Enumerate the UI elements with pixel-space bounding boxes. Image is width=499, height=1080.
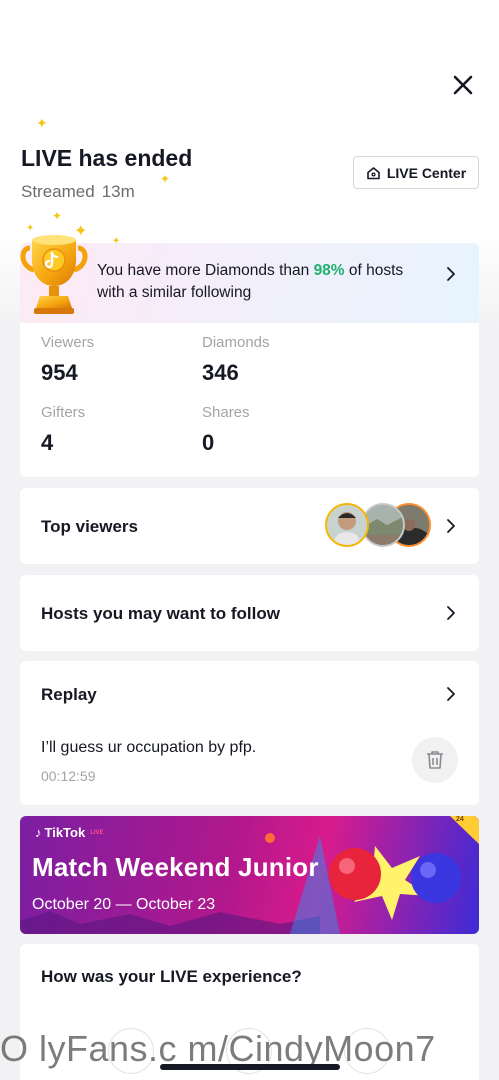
replay-timestamp: 00:12:59: [41, 768, 96, 784]
top-viewers-label: Top viewers: [41, 517, 138, 536]
tiktok-live-logo: ♪ TikTok LIVE: [35, 825, 104, 840]
avatar[interactable]: [325, 503, 369, 547]
close-button[interactable]: [448, 70, 478, 100]
sparkle-icon: ✦: [52, 209, 63, 223]
streamed-label: Streamed: [21, 182, 95, 201]
top-viewers-card[interactable]: Top viewers: [20, 488, 479, 564]
stat-value-diamonds: 346: [202, 360, 239, 385]
replay-label[interactable]: Replay: [41, 685, 97, 705]
chevron-right-icon[interactable]: [440, 263, 462, 285]
chevron-right-icon[interactable]: [440, 515, 462, 537]
stat-label-diamonds: Diamonds: [202, 334, 270, 351]
promo-banner[interactable]: ♪ TikTok LIVE 24 Match Weekend Junior Oc…: [20, 816, 479, 934]
chevron-right-icon[interactable]: [440, 602, 462, 624]
stat-value-viewers: 954: [41, 360, 78, 385]
close-icon: [453, 75, 473, 95]
trash-icon: [427, 751, 443, 769]
stat-value-gifters: 4: [41, 430, 54, 455]
page-title: LIVE has ended: [21, 145, 193, 171]
hosts-to-follow-card[interactable]: Hosts you may want to follow: [20, 575, 479, 651]
trophy-icon: [20, 235, 88, 314]
stat-value-shares: 0: [202, 430, 215, 455]
feedback-question: How was your LIVE experience?: [41, 967, 302, 986]
duration-value: 13m: [101, 182, 135, 201]
house-icon: [367, 166, 380, 179]
diamond-rank-text: You have more Diamonds than 98% of hosts…: [97, 262, 404, 301]
promo-dates: October 20 — October 23: [32, 896, 216, 913]
chevron-right-icon[interactable]: [440, 683, 462, 705]
sparkle-icon: ✦: [36, 115, 48, 131]
home-indicator[interactable]: [160, 1064, 340, 1070]
hosts-to-follow-label: Hosts you may want to follow: [41, 604, 280, 623]
replay-caption[interactable]: I’ll guess ur occupation by pfp.: [41, 739, 256, 757]
sparkle-icon: ✦: [160, 172, 171, 186]
promo-corner-badge: 24: [456, 816, 464, 823]
live-center-label: LIVE Center: [386, 164, 467, 181]
stream-duration: Streamed 13m: [21, 182, 135, 202]
live-center-button[interactable]: LIVE Center: [353, 156, 479, 189]
stat-label-viewers: Viewers: [41, 334, 95, 351]
stat-label-gifters: Gifters: [41, 404, 86, 421]
diamond-rank-percent: 98%: [313, 262, 345, 279]
tiktok-note-icon: ♪: [35, 825, 42, 840]
delete-replay-button[interactable]: [412, 737, 458, 783]
stat-label-shares: Shares: [202, 404, 250, 421]
promo-title: Match Weekend Junior: [32, 852, 319, 882]
replay-card: Replay I’ll guess ur occupation by pfp. …: [20, 661, 479, 805]
